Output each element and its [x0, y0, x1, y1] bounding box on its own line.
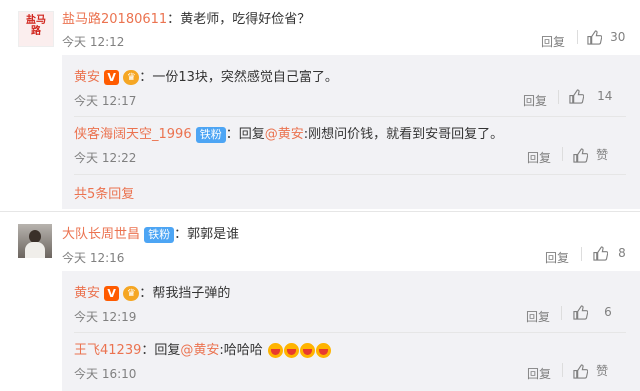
divider [581, 247, 582, 261]
fan-badge: 铁粉 [144, 226, 175, 243]
reply-1-2-time: 今天 12:22 [74, 151, 137, 165]
comment-1-time: 今天 12:12 [62, 35, 125, 49]
thumbs-up-icon [573, 305, 588, 320]
comment-2-text: 郭郭是谁 [187, 227, 240, 242]
divider [558, 90, 559, 104]
reply-2-1-like-button[interactable]: 6 [573, 305, 612, 320]
reply-1-1-username[interactable]: 黄安 [74, 70, 100, 85]
laughing-emoji-icon [315, 343, 331, 358]
reply-2-2-like-button[interactable]: 赞 [573, 362, 608, 379]
reply-1-2-line: 侠客海阔天空_1996 铁粉 ：回复@黄安:刚想问价钱，就看到安哥回复了。 [74, 123, 503, 143]
laughing-emoji-icon [267, 343, 283, 358]
reply-2-2-username[interactable]: 王飞41239 [74, 343, 141, 358]
verified-badge-icon: V [104, 70, 120, 85]
divider [561, 306, 562, 320]
divider [74, 332, 626, 333]
separator: ： [174, 227, 188, 242]
reply-1-1-text: 一份13块，突然感觉自己富了。 [152, 70, 338, 85]
separator: ： [225, 127, 239, 142]
reply-2-2-line: 王飞41239：回复@黄安:哈哈哈 [74, 339, 331, 358]
reply-1-2-text: :刚想问价钱，就看到安哥回复了。 [303, 127, 504, 142]
comment-2-time: 今天 12:16 [62, 251, 125, 265]
comment-2-like-count: 8 [618, 246, 626, 260]
reply-2-1-reply-button[interactable]: 回复 [526, 308, 550, 325]
comment-2-username[interactable]: 大队长周世昌 [62, 227, 140, 242]
comment-1-avatar[interactable]: 盐马路 [18, 11, 54, 47]
reply-1-1-reply-button[interactable]: 回复 [523, 92, 547, 109]
comment-1-like-button[interactable]: 30 [587, 30, 625, 45]
reply-2-2-time: 今天 16:10 [74, 367, 137, 381]
comment-2-reply-button[interactable]: 回复 [545, 249, 569, 266]
reply-2-1-line: 黄安 V ♛ ：帮我挡子弹的 [74, 282, 230, 301]
thumbs-up-icon [587, 30, 602, 45]
crown-badge-icon: ♛ [123, 286, 140, 301]
laughing-emoji-icon [283, 343, 299, 358]
separator: ： [139, 70, 153, 85]
divider [74, 174, 626, 175]
mention-link[interactable]: @黄安 [265, 127, 304, 142]
reply-2-2-like-label: 赞 [596, 364, 609, 378]
reply-1-2-username[interactable]: 侠客海阔天空_1996 [74, 127, 192, 142]
divider [562, 147, 563, 161]
comment-1-like-count: 30 [610, 30, 626, 44]
more-replies-link[interactable]: 共5条回复 [74, 183, 134, 202]
fan-badge: 铁粉 [195, 126, 226, 143]
reply-2-1-text: 帮我挡子弹的 [152, 286, 231, 301]
thumbs-up-icon [573, 148, 588, 163]
reply-1-2-like-button[interactable]: 赞 [573, 146, 608, 163]
comment-divider [0, 211, 640, 212]
reply-prefix: 回复 [238, 127, 265, 142]
avatar-text: 盐马路 [26, 15, 46, 37]
divider [74, 116, 626, 117]
reply-1-2-like-label: 赞 [596, 148, 609, 162]
comment-1-reply-button[interactable]: 回复 [541, 33, 565, 50]
comment-1-username[interactable]: 盐马路20180611 [62, 12, 167, 27]
reply-2-1-time: 今天 12:19 [74, 310, 137, 324]
comment-2-avatar[interactable] [18, 224, 52, 258]
separator: ： [167, 12, 181, 27]
reply-prefix: 回复 [154, 343, 181, 358]
divider [577, 30, 578, 44]
comment-1-text: 黄老师，吃得好俭省？ [180, 12, 311, 27]
comment-1-line: 盐马路20180611：黄老师，吃得好俭省？ [62, 8, 310, 27]
reply-1-1-like-count: 14 [597, 89, 613, 103]
divider [562, 363, 563, 377]
verified-badge-icon: V [104, 286, 120, 301]
thumbs-up-icon [593, 246, 608, 261]
reply-2-2-reply-button[interactable]: 回复 [527, 365, 551, 382]
mention-link[interactable]: @黄安 [180, 343, 219, 358]
reply-1-1-time: 今天 12:17 [74, 94, 137, 108]
separator: ： [141, 343, 155, 358]
reply-2-1-like-count: 6 [604, 305, 612, 319]
comment-2-line: 大队长周世昌 铁粉 ：郭郭是谁 [62, 223, 239, 243]
reply-1-1-line: 黄安 V ♛ ：一份13块，突然感觉自己富了。 [74, 66, 338, 85]
thumbs-up-icon [573, 364, 588, 379]
thumbs-up-icon [569, 89, 584, 104]
comment-2-like-button[interactable]: 8 [593, 246, 626, 261]
reply-2-1-username[interactable]: 黄安 [74, 286, 100, 301]
reply-2-2-text: :哈哈哈 [219, 343, 263, 358]
separator: ： [139, 286, 153, 301]
crown-badge-icon: ♛ [123, 70, 140, 85]
reply-1-2-reply-button[interactable]: 回复 [527, 149, 551, 166]
laughing-emoji-icon [299, 343, 315, 358]
reply-1-1-like-button[interactable]: 14 [569, 89, 612, 104]
